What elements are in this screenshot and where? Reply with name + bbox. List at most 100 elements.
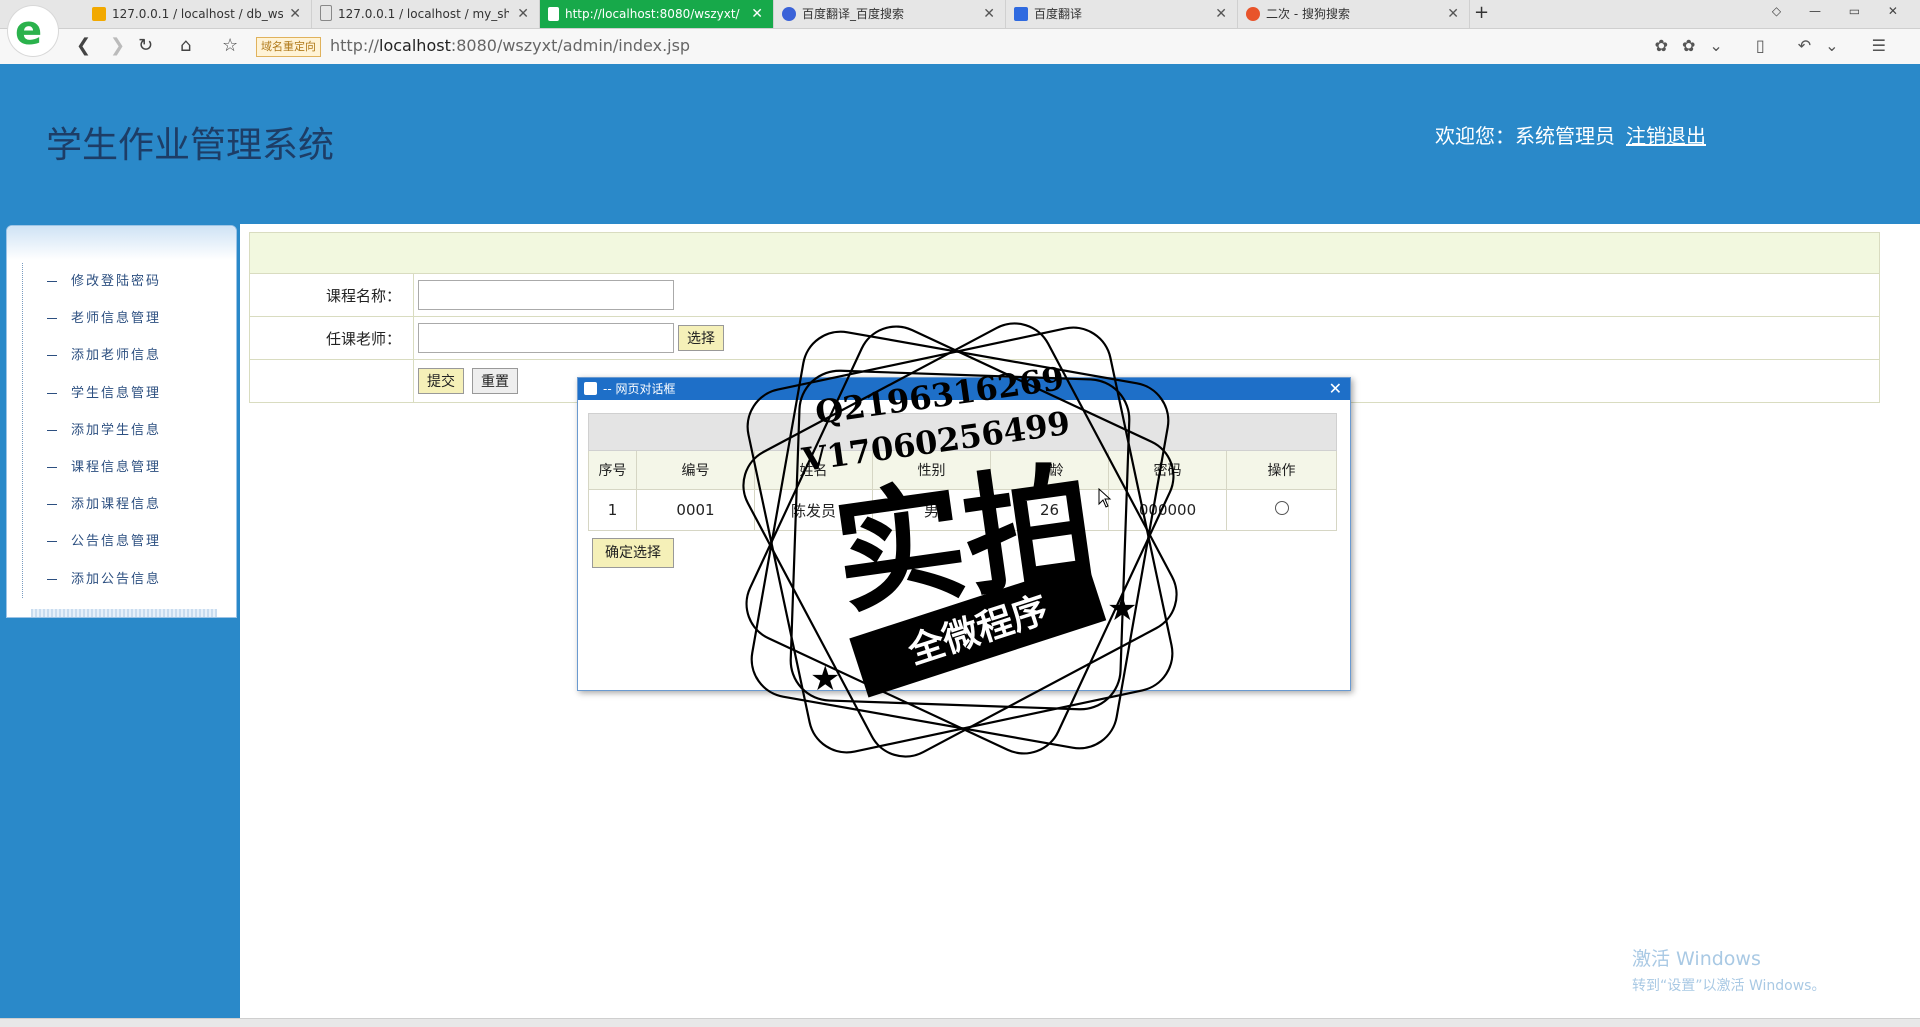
cell-seq: 1	[588, 489, 637, 531]
browser-tab[interactable]: 二次 - 搜狗搜索 ✕	[1238, 0, 1470, 28]
sidebar-item-notice-add[interactable]: 添加公告信息	[23, 561, 223, 598]
close-icon[interactable]: ✕	[1447, 0, 1459, 28]
teacher-input[interactable]	[418, 323, 674, 353]
col-code: 编号	[636, 450, 755, 490]
url-host: localhost	[379, 36, 451, 55]
col-gender: 性别	[872, 450, 991, 490]
url-field[interactable]: http://localhost:8080/wszyxt/admin/index…	[330, 36, 690, 55]
dialog-title: -- 网页对话框	[603, 382, 676, 396]
col-age: 年龄	[990, 450, 1109, 490]
col-name: 姓名	[754, 450, 873, 490]
sidebar-item-teacher-manage[interactable]: 老师信息管理	[23, 300, 223, 337]
sogou-icon	[1246, 7, 1260, 21]
welcome-text: 欢迎您：系统管理员	[1435, 124, 1615, 148]
windows-activation-notice: 激活 Windows 转到“设置”以激活 Windows。	[1632, 944, 1825, 995]
form-row: 课程名称：	[249, 273, 1880, 317]
activate-hint: 转到“设置”以激活 Windows。	[1632, 978, 1826, 994]
cell-password: 000000	[1108, 489, 1227, 531]
close-icon[interactable]: ✕	[751, 0, 763, 28]
form-cell	[249, 359, 414, 403]
home-icon[interactable]: ⌂	[180, 35, 191, 56]
form-header-row	[249, 232, 1880, 274]
cell-action	[1226, 489, 1337, 531]
web-dialog: -- 网页对话框 ✕ 序号 编号 姓名 性别 年龄 密码 操作 1 0001 陈…	[577, 377, 1351, 691]
sidebar-item-notice-manage[interactable]: 公告信息管理	[23, 523, 223, 560]
course-name-input[interactable]	[418, 280, 674, 310]
cell-name: 陈发员	[754, 489, 873, 531]
sidebar-item-course-manage[interactable]: 课程信息管理	[23, 449, 223, 486]
sidebar-header	[7, 226, 236, 260]
sidebar-item-label: 添加课程信息	[71, 497, 162, 513]
new-tab-button[interactable]: +	[1474, 2, 1489, 23]
tab-label: 127.0.0.1 / localhost / db_wsz	[112, 7, 283, 21]
back-icon[interactable]: ❮	[76, 35, 91, 56]
sidebar-item-student-manage[interactable]: 学生信息管理	[23, 375, 223, 412]
ie-page-icon	[584, 382, 597, 395]
form-row: 任课老师： 选择	[249, 316, 1880, 360]
favorite-star-icon[interactable]: ☆	[222, 35, 238, 56]
sidebar-item-teacher-add[interactable]: 添加老师信息	[23, 337, 223, 374]
sidebar-item-label: 添加学生信息	[71, 422, 162, 438]
close-icon[interactable]: ✕	[517, 0, 529, 28]
sidebar-item-label: 修改登陆密码	[71, 274, 162, 289]
browser-e-icon: e	[15, 8, 43, 54]
cell-code: 0001	[636, 489, 755, 531]
cell-gender: 男	[872, 489, 991, 531]
sidebar-item-change-password[interactable]: 修改登陆密码	[23, 263, 223, 300]
page-header: 学生作业管理系统 欢迎您：系统管理员 注销退出	[0, 64, 1920, 224]
submit-button[interactable]: 提交	[418, 368, 464, 394]
browser-logo: e	[8, 6, 58, 56]
confirm-select-button[interactable]: 确定选择	[592, 538, 674, 568]
forward-icon[interactable]: ❯	[110, 35, 125, 56]
tab-label: 百度翻译_百度搜索	[802, 7, 905, 21]
address-bar: ❮ ❯ ↻ ⌂ ☆ 域名重定向 http://localhost:8080/ws…	[0, 29, 1920, 65]
browser-tab[interactable]: 127.0.0.1 / localhost / my_she ✕	[312, 0, 540, 28]
redirect-badge[interactable]: 域名重定向	[256, 37, 321, 57]
browser-tab-active[interactable]: http://localhost:8080/wszyxt/ ✕	[540, 0, 774, 28]
form-header-cell	[249, 232, 1880, 274]
table-row: 1 0001 陈发员 男 26 000000	[588, 489, 1337, 531]
tab-label: 127.0.0.1 / localhost / my_she	[338, 7, 509, 21]
toolbar-right-icons[interactable]: ✿✿⌄ ▯ ↶⌄ ☰	[1655, 36, 1900, 55]
close-icon[interactable]: ✕	[1215, 0, 1227, 28]
teacher-select-table: 序号 编号 姓名 性别 年龄 密码 操作 1 0001 陈发员 男 26 000…	[588, 413, 1337, 531]
sidebar-item-label: 学生信息管理	[71, 385, 162, 401]
col-password: 密码	[1108, 450, 1227, 490]
phpmyadmin-icon	[92, 7, 106, 21]
logout-link[interactable]: 注销退出	[1626, 120, 1706, 149]
table-gray-cell	[588, 413, 1337, 451]
close-icon[interactable]: ✕	[983, 0, 995, 28]
tab-label: 二次 - 搜狗搜索	[1266, 7, 1350, 21]
page-icon	[548, 7, 559, 21]
col-seq: 序号	[588, 450, 637, 490]
cell-age: 26	[990, 489, 1109, 531]
translate-icon	[1014, 7, 1028, 21]
browser-tab[interactable]: 百度翻译_百度搜索 ✕	[774, 0, 1006, 28]
sidebar-menu: 修改登陆密码 老师信息管理 添加老师信息 学生信息管理 添加学生信息 课程信息管…	[22, 263, 223, 598]
col-action: 操作	[1226, 450, 1337, 490]
teacher-label: 任课老师：	[249, 316, 414, 360]
sidebar-item-label: 课程信息管理	[71, 459, 162, 475]
sidebar: 修改登陆密码 老师信息管理 添加老师信息 学生信息管理 添加学生信息 课程信息管…	[6, 225, 237, 618]
mouse-cursor-icon	[1098, 488, 1112, 508]
page-icon	[320, 5, 332, 21]
sidebar-item-student-add[interactable]: 添加学生信息	[23, 412, 223, 449]
reload-icon[interactable]: ↻	[138, 35, 153, 56]
url-prefix: http://	[330, 36, 380, 55]
table-header-row: 序号 编号 姓名 性别 年龄 密码 操作	[588, 450, 1337, 490]
form-cell: 选择	[413, 316, 1880, 360]
window-controls[interactable]: ◇ — ▭ ✕	[1772, 4, 1910, 18]
sidebar-item-course-add[interactable]: 添加课程信息	[23, 486, 223, 523]
close-icon[interactable]: ✕	[1329, 378, 1342, 400]
close-icon[interactable]: ✕	[289, 0, 301, 28]
browser-tab[interactable]: 百度翻译 ✕	[1006, 0, 1238, 28]
tab-label: 百度翻译	[1034, 7, 1083, 21]
reset-button[interactable]: 重置	[472, 368, 518, 394]
tab-label: http://localhost:8080/wszyxt/	[565, 7, 740, 21]
sidebar-footer	[31, 609, 217, 617]
sidebar-item-label: 添加公告信息	[71, 571, 162, 587]
browser-tab[interactable]: 127.0.0.1 / localhost / db_wsz ✕	[84, 0, 312, 28]
select-radio[interactable]	[1274, 501, 1289, 515]
form-cell	[413, 273, 1880, 317]
select-teacher-button[interactable]: 选择	[678, 325, 724, 351]
